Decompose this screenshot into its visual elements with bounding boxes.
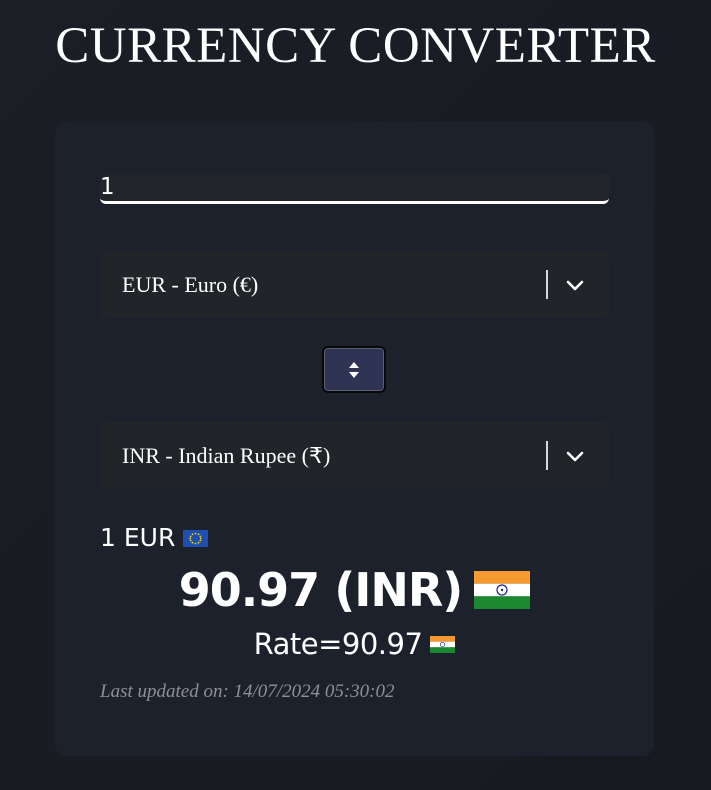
exchange-rate-text: Rate=90.97 — [253, 627, 423, 661]
amount-input[interactable] — [100, 173, 609, 204]
from-amount-text: 1 EUR — [100, 523, 176, 552]
select-separator — [546, 441, 548, 470]
converter-card: EUR - Euro (€) INR - Indian Rupee (₹) 1 … — [55, 121, 654, 756]
chevron-down-icon[interactable] — [565, 446, 585, 466]
from-amount: 1 EUR — [100, 521, 209, 555]
to-currency-value: INR - Indian Rupee (₹) — [122, 443, 331, 468]
from-currency-select[interactable]: EUR - Euro (€) — [100, 251, 609, 318]
chevron-down-icon[interactable] — [565, 275, 585, 295]
india-flag-icon — [430, 635, 456, 653]
app-title: CURRENCY CONVERTER — [55, 18, 656, 74]
india-flag-icon — [474, 571, 531, 609]
exchange-rate: Rate=90.97 — [55, 623, 654, 665]
converted-amount-text: 90.97 (INR) — [178, 563, 464, 617]
from-currency-value: EUR - Euro (€) — [122, 272, 259, 297]
last-updated-timestamp: Last updated on: 14/07/2024 05:30:02 — [100, 681, 395, 702]
eu-flag-icon — [183, 529, 209, 547]
select-separator — [546, 270, 548, 299]
swap-currencies-button[interactable] — [322, 346, 386, 393]
to-currency-select[interactable]: INR - Indian Rupee (₹) — [100, 422, 609, 489]
converted-result: 90.97 (INR) — [55, 559, 654, 621]
